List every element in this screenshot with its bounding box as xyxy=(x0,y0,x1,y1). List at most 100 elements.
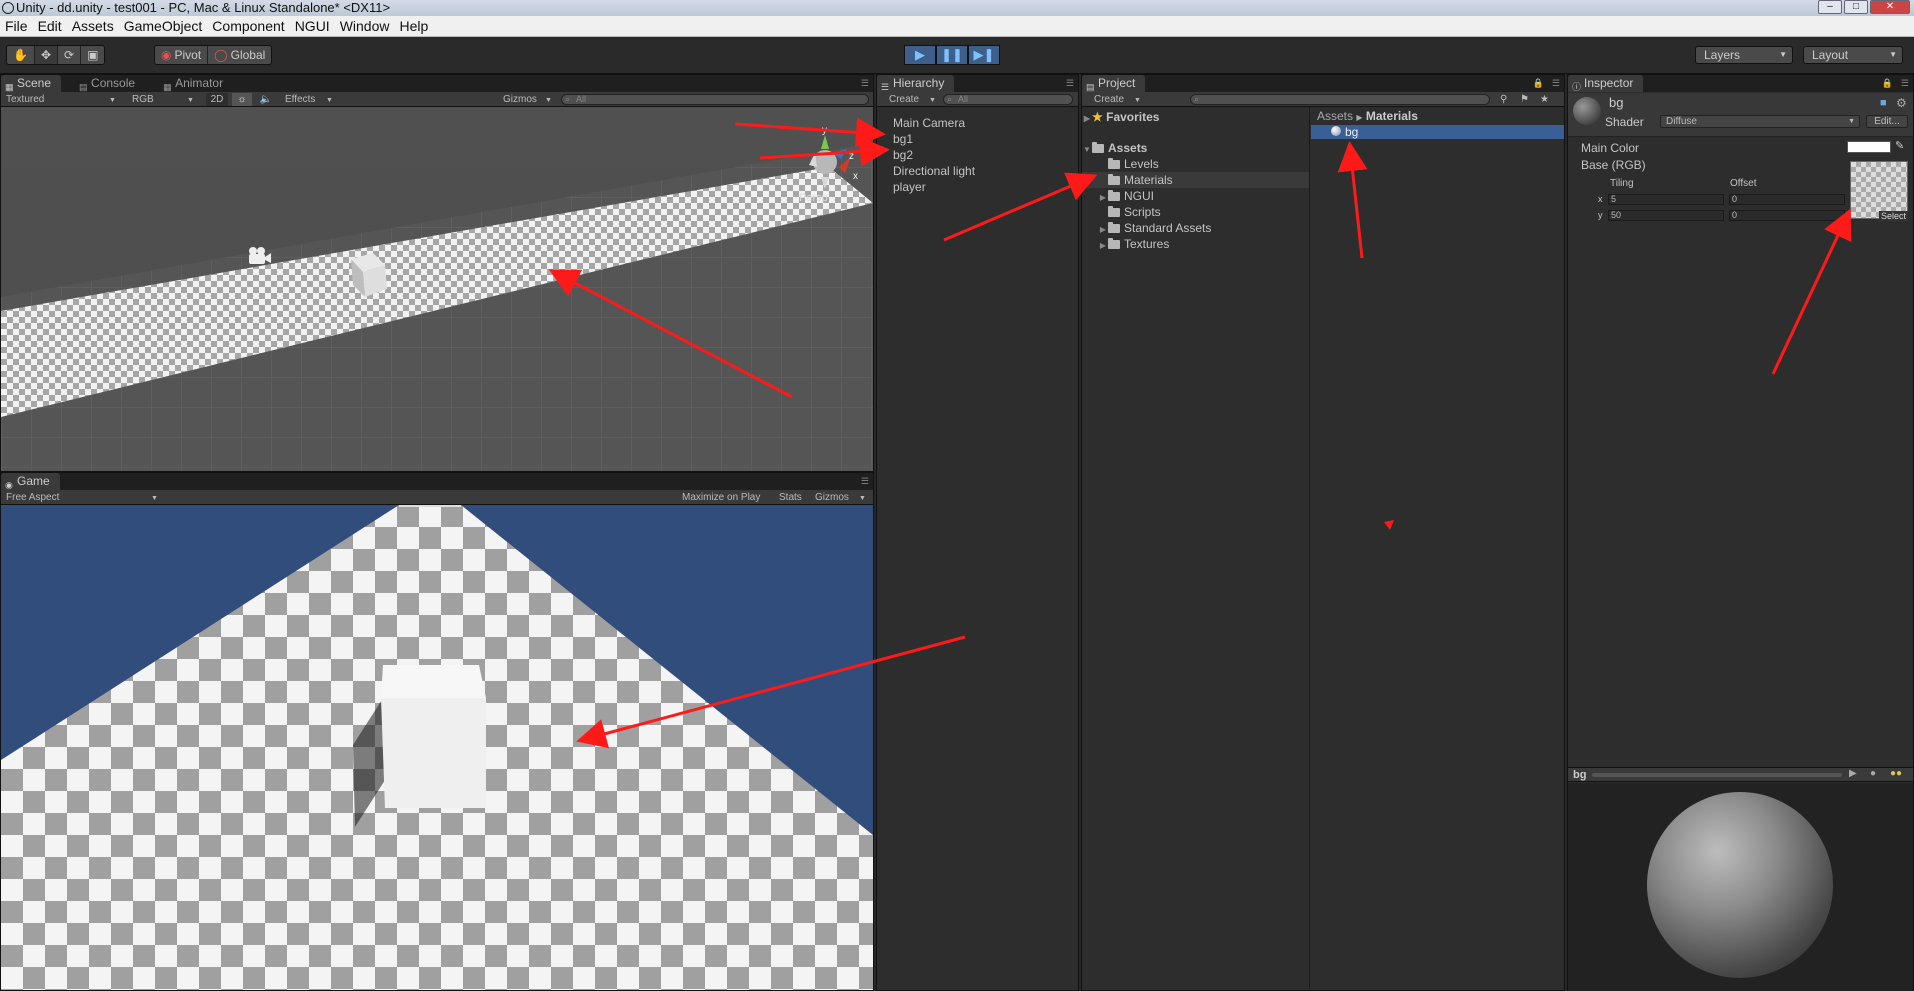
filter-by-label-icon[interactable]: ⚑ xyxy=(1520,93,1529,106)
lock-icon[interactable]: 🔒 xyxy=(1882,78,1893,89)
offset-y-field[interactable]: 0 xyxy=(1729,210,1845,221)
aspect-dropdown[interactable]: Free Aspect xyxy=(6,491,59,504)
chevron-down-icon: ▼ xyxy=(1134,97,1141,104)
preview-sphere-icon[interactable]: ● xyxy=(1870,768,1876,779)
hierarchy-item-bg2[interactable]: bg2 xyxy=(893,147,975,163)
gear-icon[interactable]: ⚙ xyxy=(1896,96,1907,110)
maximize-on-play-toggle[interactable]: Maximize on Play xyxy=(682,491,760,504)
tab-project[interactable]: ▤ Project xyxy=(1082,75,1146,92)
eyedropper-icon[interactable]: ✎ xyxy=(1895,139,1904,152)
favorite-star-icon[interactable]: ★ xyxy=(1540,93,1549,106)
hierarchy-item-directional-light[interactable]: Directional light xyxy=(893,163,975,179)
texture-select-button[interactable]: Select xyxy=(1879,211,1909,221)
panel-menu-icon[interactable]: ☰ xyxy=(1066,78,1074,89)
effects-dropdown[interactable]: Effects xyxy=(285,93,315,106)
breadcrumb-materials[interactable]: Materials xyxy=(1366,109,1418,123)
hierarchy-search-input[interactable]: All xyxy=(943,94,1073,105)
folder-textures[interactable]: ▶ Textures xyxy=(1082,236,1309,252)
material-preview-icon xyxy=(1573,97,1601,125)
game-panel: ◉ Game ☰ Free Aspect ▼ Maximize on Play S… xyxy=(0,472,874,991)
assets-root-row[interactable]: ▼ Assets xyxy=(1082,140,1309,156)
preview-drag-bar[interactable] xyxy=(1592,773,1842,777)
scene-viewport[interactable]: y z x Persp xyxy=(1,107,873,471)
hierarchy-item-bg1[interactable]: bg1 xyxy=(893,131,975,147)
gizmos-dropdown[interactable]: Gizmos xyxy=(503,93,537,106)
global-button[interactable]: ◯ Global xyxy=(208,46,271,64)
hierarchy-create-button[interactable]: Create xyxy=(889,93,919,106)
menu-help[interactable]: Help xyxy=(394,18,433,34)
panel-menu-icon[interactable]: ☰ xyxy=(861,78,869,89)
menu-assets[interactable]: Assets xyxy=(67,18,119,34)
gizmo-axis-x: x xyxy=(853,171,858,182)
scene-search-input[interactable]: All xyxy=(561,94,869,105)
chevron-down-icon: ▼ xyxy=(109,97,116,104)
folder-levels[interactable]: Levels xyxy=(1082,156,1309,172)
hand-tool-icon[interactable]: ✋ xyxy=(7,46,35,64)
preview-light-icon[interactable]: ●● xyxy=(1890,768,1902,779)
folder-standard-assets[interactable]: ▶ Standard Assets xyxy=(1082,220,1309,236)
asset-row-bg[interactable]: bg xyxy=(1311,125,1564,139)
render-mode-dropdown[interactable]: RGB xyxy=(132,93,154,106)
folder-ngui[interactable]: ▶ NGUI xyxy=(1082,188,1309,204)
layers-dropdown[interactable]: Layers ▼ xyxy=(1695,46,1793,64)
folder-materials[interactable]: Materials xyxy=(1082,172,1309,188)
game-gizmos-dropdown[interactable]: Gizmos xyxy=(815,491,849,504)
persp-label[interactable]: Persp xyxy=(799,192,828,204)
menu-ngui[interactable]: NGUI xyxy=(290,18,335,34)
scene-lighting-icon[interactable]: ☼ xyxy=(232,93,252,106)
2d-toggle[interactable]: 2D xyxy=(206,93,228,106)
material-preview-area[interactable] xyxy=(1568,783,1913,991)
tab-game[interactable]: ◉ Game xyxy=(1,473,60,490)
offset-x-field[interactable]: 0 xyxy=(1729,194,1845,205)
scale-tool-icon[interactable]: ▣ xyxy=(81,46,104,64)
rotate-tool-icon[interactable]: ⟳ xyxy=(58,46,82,64)
panel-menu-icon[interactable]: ☰ xyxy=(1901,78,1909,89)
menu-window[interactable]: Window xyxy=(335,18,395,34)
play-button[interactable]: ▶ xyxy=(904,45,936,65)
shader-edit-button[interactable]: Edit... xyxy=(1866,115,1908,128)
game-viewport[interactable] xyxy=(1,505,873,990)
move-tool-icon[interactable]: ✥ xyxy=(34,46,59,64)
menu-edit[interactable]: Edit xyxy=(33,18,67,34)
project-search-input[interactable] xyxy=(1190,94,1490,105)
close-button[interactable]: ✕ xyxy=(1870,0,1910,14)
tiling-y-axis-label: y xyxy=(1598,210,1603,220)
menu-component[interactable]: Component xyxy=(207,18,289,34)
shader-dropdown[interactable]: Diffuse ▼ xyxy=(1660,115,1860,128)
scene-tabbar: ▦ Scene ▤ Console ▦ Animator ☰ xyxy=(1,75,873,92)
menu-file[interactable]: File xyxy=(0,18,33,34)
main-color-swatch[interactable] xyxy=(1847,141,1891,153)
maximize-button[interactable]: □ xyxy=(1844,0,1868,14)
filter-by-type-icon[interactable]: ⚲ xyxy=(1500,93,1507,106)
lock-icon[interactable]: 🔒 xyxy=(1533,78,1544,89)
title-bar: Unity - dd.unity - test001 - PC, Mac & L… xyxy=(0,0,1914,16)
panel-menu-icon[interactable]: ☰ xyxy=(1552,78,1560,89)
hierarchy-item-player[interactable]: player xyxy=(893,179,975,195)
folder-scripts[interactable]: Scripts xyxy=(1082,204,1309,220)
breadcrumb-assets[interactable]: Assets xyxy=(1317,109,1353,123)
tiling-x-field[interactable]: 5 xyxy=(1608,194,1724,205)
project-create-button[interactable]: Create xyxy=(1094,93,1124,106)
tab-console[interactable]: ▤ Console xyxy=(75,75,145,92)
tab-inspector[interactable]: ⓘ Inspector xyxy=(1568,75,1644,92)
tiling-y-field[interactable]: 50 xyxy=(1608,210,1724,221)
favorites-row[interactable]: ▶ ★ Favorites xyxy=(1082,109,1309,125)
chevron-down-icon: ▼ xyxy=(326,97,333,104)
layout-dropdown[interactable]: Layout ▼ xyxy=(1803,46,1903,64)
minimize-button[interactable]: – xyxy=(1818,0,1842,14)
step-button[interactable]: ▶❚ xyxy=(968,45,1000,65)
hierarchy-item-main-camera[interactable]: Main Camera xyxy=(893,115,975,131)
stats-toggle[interactable]: Stats xyxy=(779,491,802,504)
preview-play-icon[interactable]: ▶ xyxy=(1849,768,1857,779)
pause-button[interactable]: ❚❚ xyxy=(936,45,968,65)
panel-menu-icon[interactable]: ☰ xyxy=(861,476,869,487)
tab-hierarchy[interactable]: ☰ Hierarchy xyxy=(877,75,955,92)
help-book-icon[interactable]: ■ xyxy=(1880,97,1887,109)
tab-animator[interactable]: ▦ Animator xyxy=(159,75,233,92)
menu-gameobject[interactable]: GameObject xyxy=(119,18,208,34)
tab-scene[interactable]: ▦ Scene xyxy=(1,75,62,92)
chevron-down-icon: ▼ xyxy=(187,97,194,104)
pivot-button[interactable]: ◉ Pivot xyxy=(155,46,209,64)
audio-icon[interactable]: 🔈 xyxy=(256,93,276,106)
shading-mode-dropdown[interactable]: Textured xyxy=(6,93,44,106)
